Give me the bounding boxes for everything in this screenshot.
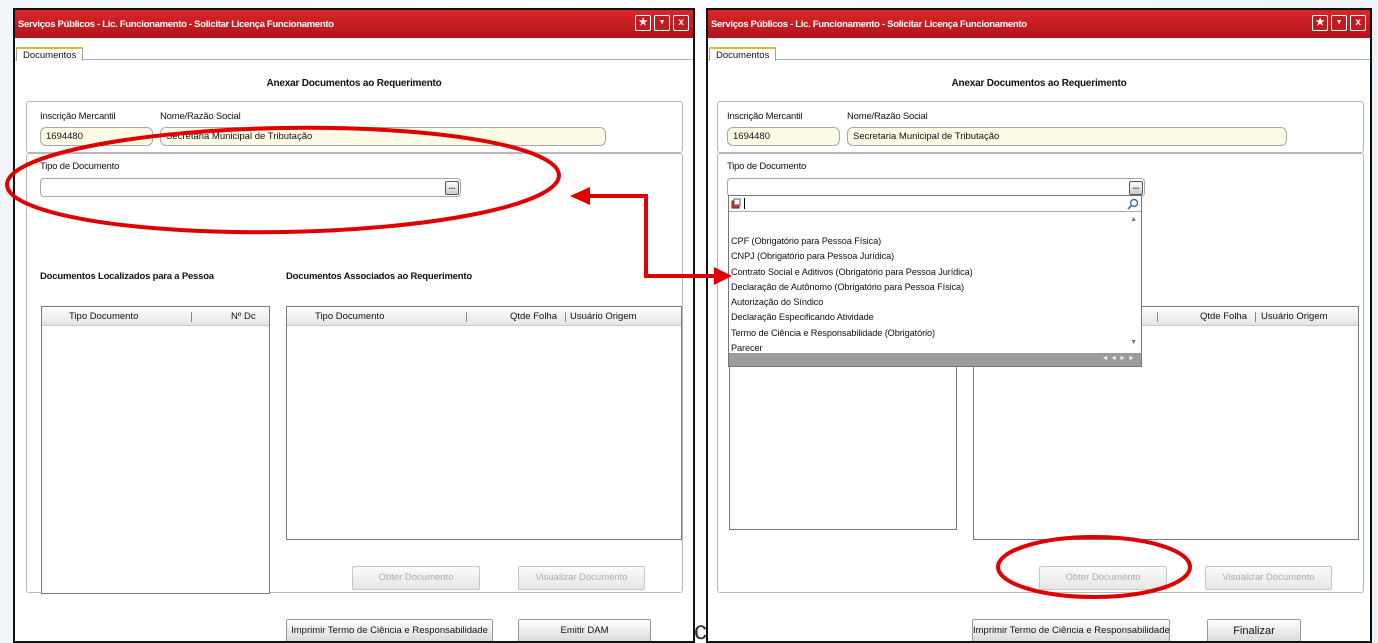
dropdown-item[interactable]: Declaração Especificando Atividade (731, 310, 973, 325)
close-icon[interactable]: x (1350, 15, 1366, 31)
col-separator (1157, 312, 1158, 322)
col-separator (466, 312, 467, 322)
tipo-documento-dropdown[interactable]: ▲ CPF (Obrigatório para Pessoa Física) C… (728, 195, 1142, 367)
search-icon[interactable] (1127, 198, 1139, 210)
nome-label: Nome/Razão Social (847, 111, 928, 122)
lookup-dots-button[interactable]: ... (1129, 181, 1143, 195)
identification-panel: Inscrição Mercantil Nome/Razão Social 16… (717, 101, 1364, 153)
close-icon[interactable]: x (673, 15, 689, 31)
menu-chevron-icon[interactable]: ▼ (1331, 15, 1347, 31)
right-window: Serviços Públicos - Lic. Funcionamento -… (706, 8, 1372, 643)
finalizar-button[interactable]: Finalizar (1207, 619, 1301, 641)
visualizar-documento-button[interactable]: Visualizar Documento (1205, 566, 1332, 590)
title-bar: Serviços Públicos - Lic. Funcionamento -… (15, 10, 693, 38)
dropdown-search[interactable] (729, 196, 1141, 212)
grid-header: Tipo Documento Qtde Folha Usuário Origem (287, 307, 681, 326)
tipo-documento-label: Tipo de Documento (727, 161, 807, 172)
inscricao-field[interactable]: 1694480 (40, 127, 153, 146)
section-title: Anexar Documentos ao Requerimento (951, 78, 1127, 89)
visualizar-documento-button[interactable]: Visualizar Documento (518, 566, 645, 590)
imprimir-termo-button[interactable]: Imprimir Termo de Ciência e Responsabili… (972, 619, 1170, 641)
tipo-documento-label: Tipo de Documento (40, 161, 120, 172)
dropdown-item[interactable]: CPF (Obrigatório para Pessoa Física) (731, 234, 973, 249)
inscricao-field[interactable]: 1694480 (727, 127, 840, 146)
col-tipo-documento[interactable]: Tipo Documento (69, 311, 138, 322)
dropdown-item[interactable]: Termo de Ciência e Responsabilidade (Obr… (731, 326, 973, 341)
dropdown-item[interactable]: CNPJ (Obrigatório para Pessoa Jurídica) (731, 249, 973, 264)
nome-field[interactable]: Secretaria Municipal de Tributação (847, 127, 1287, 146)
tab-bar: Documentos (708, 38, 1370, 61)
dropdown-item[interactable]: Contrato Social e Aditivos (Obrigatório … (731, 265, 973, 280)
eraser-icon[interactable] (731, 198, 743, 210)
localizados-title: Documentos Localizados para a Pessoa (40, 271, 214, 282)
dropdown-item[interactable]: Autorização do Síndico (731, 295, 973, 310)
col-tipo-documento[interactable]: Tipo Documento (315, 311, 384, 322)
title-bar: Serviços Públicos - Lic. Funcionamento -… (708, 10, 1370, 38)
identification-panel: Inscrição Mercantil Nome/Razão Social 16… (26, 101, 683, 153)
dropdown-item[interactable]: Declaração de Autônomo (Obrigatório para… (731, 280, 973, 295)
col-qtde-folha[interactable]: Qtde Folha (1200, 311, 1247, 322)
emitir-dam-button[interactable]: Emitir DAM (518, 619, 651, 641)
lookup-dots-button[interactable]: ... (445, 181, 459, 195)
col-separator (565, 312, 566, 322)
col-separator (1255, 312, 1256, 322)
col-usuario-origem[interactable]: Usuário Origem (1261, 311, 1328, 322)
window-title: Serviços Públicos - Lic. Funcionamento -… (18, 19, 334, 30)
favorite-star-icon[interactable]: ★ (635, 15, 651, 31)
nome-label: Nome/Razão Social (160, 111, 241, 122)
col-numero-documento[interactable]: Nº Dc (231, 311, 256, 322)
favorite-star-icon[interactable]: ★ (1312, 15, 1328, 31)
documents-panel: Tipo de Documento ... Documentos Localiz… (26, 153, 683, 594)
tipo-documento-field[interactable] (40, 178, 461, 197)
associados-grid[interactable]: Tipo Documento Qtde Folha Usuário Origem (286, 306, 682, 540)
dropdown-pager[interactable]: ◄ ◄ ► ► (729, 353, 1141, 366)
text-cursor (744, 198, 745, 209)
nome-field[interactable]: Secretaria Municipal de Tributação (160, 127, 606, 146)
stray-character: c (694, 615, 707, 643)
window-title: Serviços Públicos - Lic. Funcionamento -… (711, 19, 1027, 30)
imprimir-termo-button[interactable]: Imprimir Termo de Ciência e Responsabili… (286, 619, 493, 641)
inscricao-label: Inscrição Mercantil (727, 111, 803, 122)
obter-documento-button[interactable]: Obter Documento (1039, 566, 1167, 590)
tab-bar: Documentos (15, 38, 693, 61)
menu-chevron-icon[interactable]: ▼ (654, 15, 670, 31)
obter-documento-button[interactable]: Obter Documento (352, 566, 480, 590)
scroll-down-icon[interactable]: ▼ (1130, 339, 1137, 346)
section-title: Anexar Documentos ao Requerimento (266, 78, 442, 89)
col-qtde-folha[interactable]: Qtde Folha (510, 311, 557, 322)
tab-documentos[interactable]: Documentos (709, 47, 777, 61)
scroll-up-icon[interactable]: ▲ (1130, 216, 1137, 223)
grid-header: Tipo Documento Nº Dc (42, 307, 269, 326)
col-separator (191, 312, 192, 322)
localizados-grid[interactable]: Tipo Documento Nº Dc (41, 306, 270, 594)
tab-documentos[interactable]: Documentos (16, 47, 84, 61)
inscricao-label: Inscrição Mercantil (40, 111, 116, 122)
associados-title: Documentos Associados ao Requerimento (286, 271, 472, 282)
dropdown-list: CPF (Obrigatório para Pessoa Física) CNP… (731, 234, 973, 356)
left-window: Serviços Públicos - Lic. Funcionamento -… (13, 8, 695, 643)
col-usuario-origem[interactable]: Usuário Origem (570, 311, 637, 322)
